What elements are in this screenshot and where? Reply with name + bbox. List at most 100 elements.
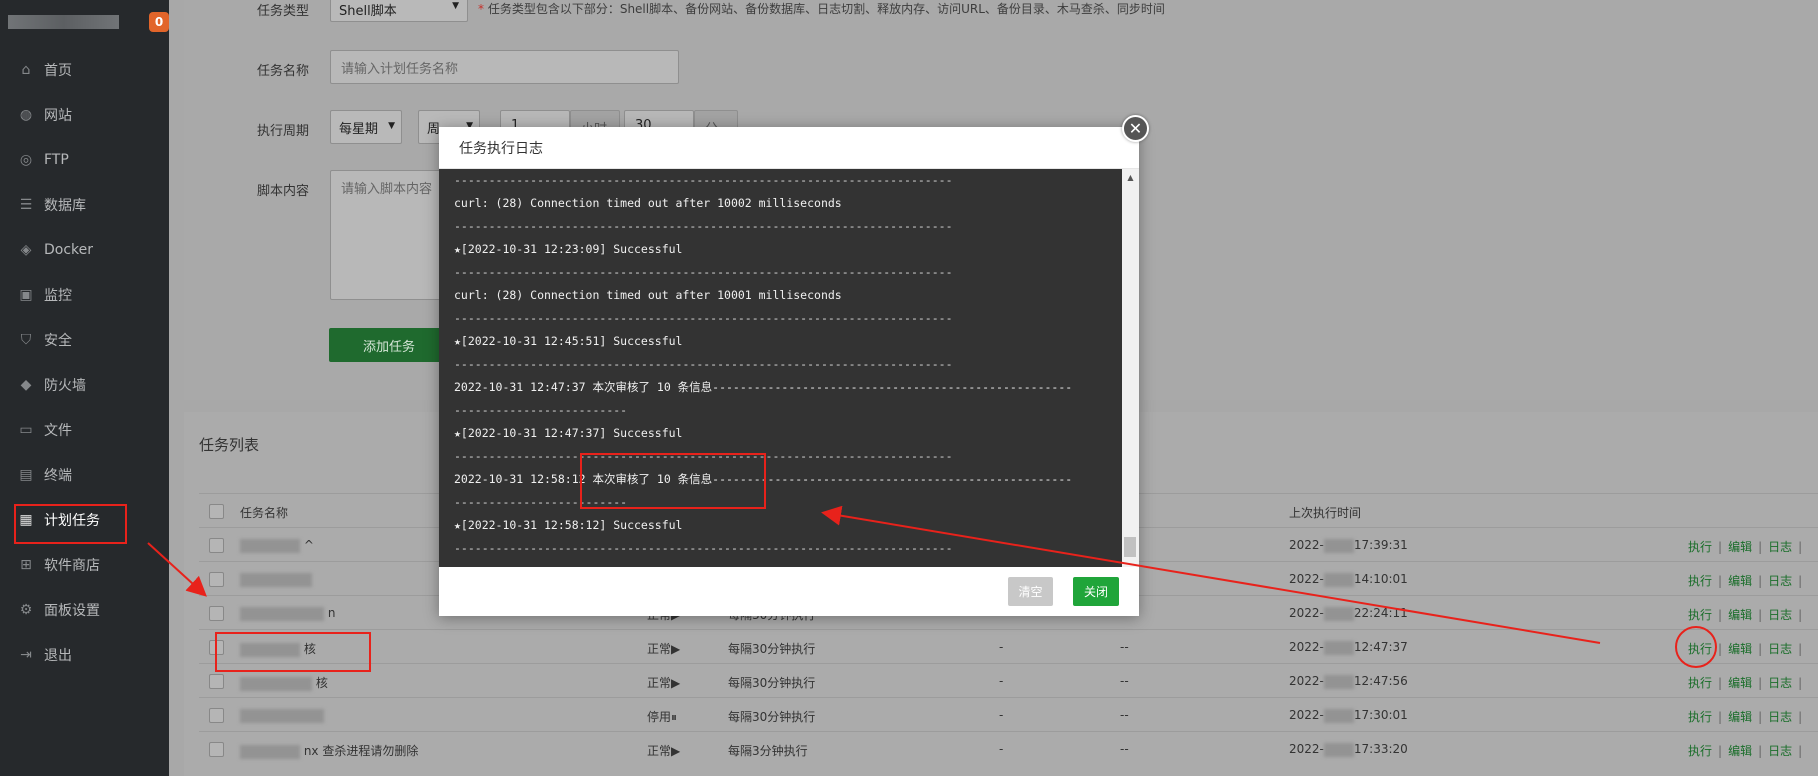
sidebar-item[interactable]: ☰ 数据库 bbox=[0, 182, 169, 227]
sidebar-item-label: 软件商店 bbox=[44, 557, 100, 574]
notification-badge[interactable]: 0 bbox=[149, 12, 169, 32]
edit-link[interactable]: 编辑 bbox=[1728, 676, 1752, 690]
sidebar-item[interactable]: ⇥ 退出 bbox=[0, 632, 169, 677]
task-name[interactable]: n bbox=[240, 606, 335, 621]
edit-link[interactable]: 编辑 bbox=[1728, 574, 1752, 588]
blurred-text bbox=[1323, 572, 1354, 587]
log-link[interactable]: 日志 bbox=[1768, 744, 1792, 758]
task-status[interactable]: 停用⏸ bbox=[647, 708, 677, 725]
logout-icon: ⇥ bbox=[20, 646, 32, 663]
sidebar-item[interactable]: ⚙ 面板设置 bbox=[0, 587, 169, 632]
sidebar-item-label: 防火墙 bbox=[44, 377, 86, 394]
task-last-run: 2022- 12:47:37 bbox=[1289, 640, 1408, 655]
sidebar-item[interactable]: ▭ 文件 bbox=[0, 407, 169, 452]
log-link[interactable]: 日志 bbox=[1768, 676, 1792, 690]
edit-link[interactable]: 编辑 bbox=[1728, 744, 1752, 758]
terminal-icon: ▤ bbox=[19, 466, 33, 483]
run-link[interactable]: 执行 bbox=[1688, 574, 1712, 588]
log-line: ----------------------------------------… bbox=[454, 265, 953, 279]
chevron-down-icon: ▼ bbox=[452, 1, 459, 11]
sidebar-item[interactable]: ▣ 监控 bbox=[0, 272, 169, 317]
log-line: curl: (28) Connection timed out after 10… bbox=[454, 288, 842, 302]
close-icon[interactable]: ✕ bbox=[1122, 115, 1149, 142]
row-checkbox[interactable] bbox=[209, 742, 224, 757]
run-link[interactable]: 执行 bbox=[1688, 710, 1712, 724]
task-col-2: -- bbox=[1120, 640, 1129, 654]
log-line: 2022-10-31 12:47:37 本次审核了 10 条信息--------… bbox=[454, 380, 1073, 394]
row-checkbox[interactable] bbox=[209, 674, 224, 689]
task-name-input[interactable]: 请输入计划任务名称 bbox=[330, 50, 679, 84]
sidebar-item[interactable]: ⌂ 首页 bbox=[0, 47, 169, 92]
log-line: ★[2022-10-31 12:45:51] Successful bbox=[454, 334, 683, 348]
task-last-run: 2022- 22:24:11 bbox=[1289, 606, 1408, 621]
edit-link[interactable]: 编辑 bbox=[1728, 642, 1752, 656]
log-link[interactable]: 日志 bbox=[1768, 608, 1792, 622]
sidebar-item[interactable]: ◈ Docker bbox=[0, 227, 169, 272]
docker-icon: ◈ bbox=[20, 241, 32, 258]
task-status[interactable]: 正常▶ bbox=[647, 640, 680, 657]
run-link[interactable]: 执行 bbox=[1688, 744, 1712, 758]
cycle-label: 执行周期 bbox=[257, 124, 310, 139]
home-icon: ⌂ bbox=[21, 61, 31, 78]
task-name[interactable] bbox=[240, 708, 324, 723]
blurred-text bbox=[240, 606, 324, 621]
task-status[interactable]: 正常▶ bbox=[647, 742, 680, 759]
log-output[interactable]: ------------------------- ---------------… bbox=[439, 169, 1122, 567]
select-all-checkbox[interactable] bbox=[209, 504, 224, 519]
task-type-label: 任务类型 bbox=[257, 4, 310, 19]
sidebar-item[interactable]: ◍ 网站 bbox=[0, 92, 169, 137]
ftp-icon: ◎ bbox=[19, 151, 33, 168]
log-line: ----------------------------------------… bbox=[454, 449, 953, 463]
row-checkbox[interactable] bbox=[209, 572, 224, 587]
run-link[interactable]: 执行 bbox=[1688, 540, 1712, 554]
table-row: 核正常▶ 每隔30分钟执行 - -- 2022- 12:47:56 执行 | 编辑 | 日志 | bbox=[199, 663, 1818, 697]
run-link[interactable]: 执行 bbox=[1688, 676, 1712, 690]
cycle-value: 每星期 bbox=[339, 122, 379, 137]
sidebar-item[interactable]: ◎ FTP bbox=[0, 137, 169, 182]
task-type-select[interactable]: Shell脚本 ▼ bbox=[330, 0, 468, 22]
sidebar-item-label: 首页 bbox=[44, 62, 72, 79]
log-link[interactable]: 日志 bbox=[1768, 540, 1792, 554]
close-modal-button[interactable]: 关闭 bbox=[1073, 577, 1119, 606]
cycle-select[interactable]: 每星期 ▼ bbox=[330, 110, 402, 144]
row-checkbox[interactable] bbox=[209, 708, 224, 723]
edit-link[interactable]: 编辑 bbox=[1728, 710, 1752, 724]
log-link[interactable]: 日志 bbox=[1768, 642, 1792, 656]
shield-icon: ⛉ bbox=[20, 331, 32, 348]
task-name[interactable]: nx 查杀进程请勿删除 bbox=[240, 742, 418, 759]
sidebar-item[interactable]: ⛉ 安全 bbox=[0, 317, 169, 362]
sidebar-item[interactable]: ▤ 终端 bbox=[0, 452, 169, 497]
task-name[interactable]: 核 bbox=[240, 674, 328, 691]
blurred-text bbox=[240, 538, 300, 553]
clear-log-button[interactable]: 清空 bbox=[1008, 577, 1053, 606]
task-name-label: 任务名称 bbox=[257, 64, 310, 79]
task-period: 每隔3分钟执行 bbox=[728, 744, 808, 758]
row-actions: 执行 | 编辑 | 日志 | bbox=[1688, 540, 1803, 554]
row-checkbox[interactable] bbox=[209, 606, 224, 621]
scroll-up-arrow-icon[interactable]: ▲ bbox=[1122, 169, 1139, 186]
task-type-value: Shell脚本 bbox=[339, 4, 397, 19]
edit-link[interactable]: 编辑 bbox=[1728, 608, 1752, 622]
scroll-thumb[interactable] bbox=[1124, 537, 1136, 557]
table-row: nx 查杀进程请勿删除 正常▶ 每隔3分钟执行 - -- 2022- 17:33:20 执行 |… bbox=[199, 731, 1818, 765]
sidebar-item-label: 网站 bbox=[44, 107, 72, 124]
log-link[interactable]: 日志 bbox=[1768, 710, 1792, 724]
task-col-1: - bbox=[999, 742, 1004, 756]
log-link[interactable]: 日志 bbox=[1768, 574, 1792, 588]
row-checkbox[interactable] bbox=[209, 538, 224, 553]
sidebar-item[interactable]: ◆ 防火墙 bbox=[0, 362, 169, 407]
log-line: ----------------------------------------… bbox=[454, 357, 953, 371]
log-scrollbar[interactable]: ▲ bbox=[1122, 169, 1139, 567]
blurred-text bbox=[1323, 606, 1354, 621]
task-last-run: 2022- 12:47:56 bbox=[1289, 674, 1408, 689]
edit-link[interactable]: 编辑 bbox=[1728, 540, 1752, 554]
log-line: ★[2022-10-31 12:23:09] Successful bbox=[454, 242, 683, 256]
task-status[interactable]: 正常▶ bbox=[647, 674, 680, 691]
task-name[interactable] bbox=[240, 572, 312, 587]
run-link[interactable]: 执行 bbox=[1688, 608, 1712, 622]
add-task-button[interactable]: 添加任务 bbox=[329, 328, 449, 362]
task-name[interactable]: ^ bbox=[240, 538, 314, 553]
sidebar-header: 0 bbox=[0, 0, 169, 44]
sidebar-item[interactable]: ⊞ 软件商店 bbox=[0, 542, 169, 587]
script-textarea[interactable]: 请输入脚本内容 bbox=[330, 170, 445, 300]
